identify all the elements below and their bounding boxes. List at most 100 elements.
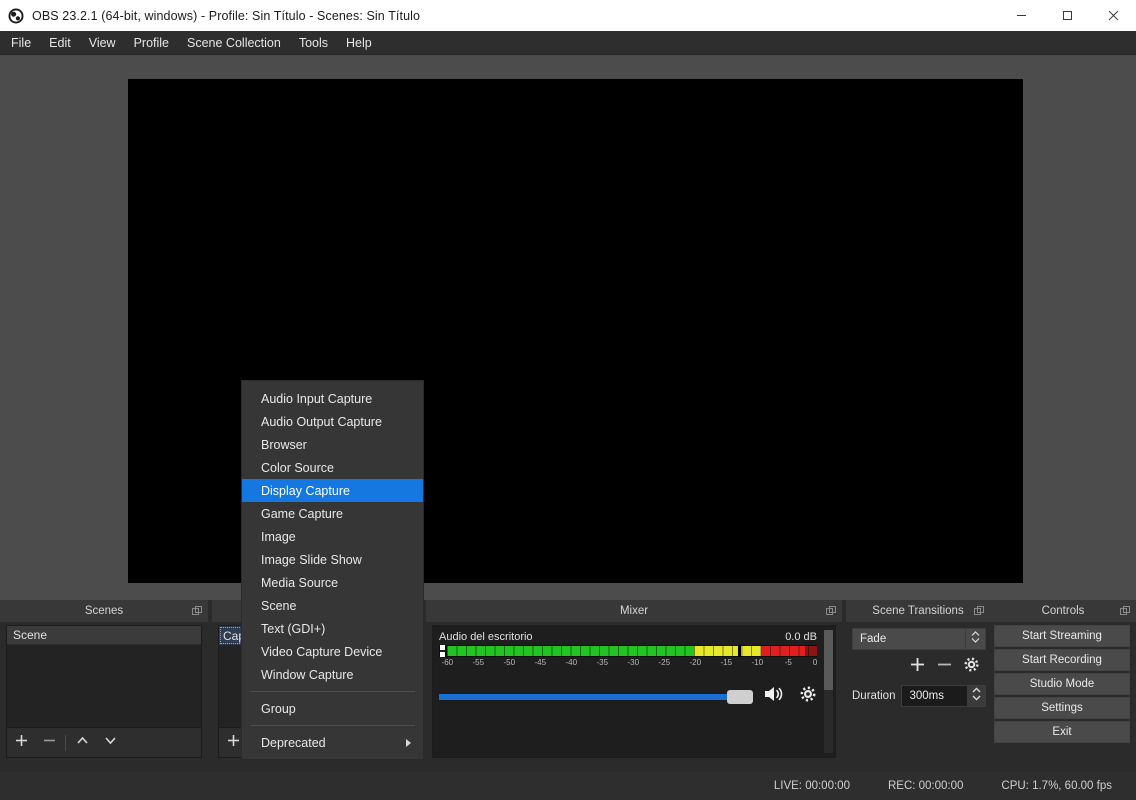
scale-label: -30: [627, 658, 640, 667]
close-button[interactable]: [1090, 0, 1136, 31]
start-recording-button[interactable]: Start Recording: [994, 649, 1130, 671]
controls-body: Start Streaming Start Recording Studio M…: [994, 625, 1130, 760]
menu-help[interactable]: Help: [337, 33, 381, 53]
studio-mode-button[interactable]: Studio Mode: [994, 673, 1130, 695]
scenes-list[interactable]: Scene: [7, 626, 201, 726]
add-transition-button[interactable]: [909, 656, 926, 678]
toolbar-divider: [65, 734, 66, 751]
window-controls: [998, 0, 1136, 31]
transitions-header: Scene Transitions: [846, 600, 990, 622]
menu-item-browser[interactable]: Browser: [242, 433, 423, 456]
mixer-track-db: 0.0 dB: [785, 631, 817, 643]
duration-spinner[interactable]: [968, 685, 986, 707]
maximize-icon: [1062, 10, 1073, 21]
plus-icon: [14, 733, 29, 753]
scale-label: -35: [596, 658, 609, 667]
menu-item-audio-input-capture[interactable]: Audio Input Capture: [242, 387, 423, 410]
transitions-body: Fade Duration 300ms: [852, 625, 986, 760]
status-live: LIVE: 00:00:00: [773, 780, 850, 792]
undock-icon[interactable]: [974, 606, 984, 616]
audio-meter: [439, 645, 817, 657]
remove-scene-button[interactable]: [35, 729, 63, 757]
exit-button[interactable]: Exit: [994, 721, 1130, 743]
undock-icon[interactable]: [192, 606, 202, 616]
duration-input[interactable]: 300ms: [901, 685, 968, 707]
menu-item-display-capture[interactable]: Display Capture: [242, 479, 423, 502]
menu-item-group[interactable]: Group: [242, 697, 423, 720]
meter-floor-marker: [440, 645, 445, 657]
menu-item-game-capture[interactable]: Game Capture: [242, 502, 423, 525]
status-rec: REC: 00:00:00: [887, 780, 964, 792]
list-item[interactable]: Scene: [7, 626, 201, 645]
chevron-up-icon: [75, 733, 90, 753]
obs-logo-icon: [8, 8, 24, 24]
start-streaming-button[interactable]: Start Streaming: [994, 625, 1130, 647]
mixer-scrollbar[interactable]: [824, 630, 833, 753]
settings-button[interactable]: Settings: [994, 697, 1130, 719]
move-scene-down-button[interactable]: [96, 729, 124, 757]
transition-select-spinner[interactable]: [966, 628, 986, 650]
scale-label: -15: [720, 658, 733, 667]
menu-item-window-capture[interactable]: Window Capture: [242, 663, 423, 686]
transition-properties-button[interactable]: [963, 656, 980, 678]
scale-label: -5: [784, 658, 792, 667]
menu-item-text-gdi[interactable]: Text (GDI+): [242, 617, 423, 640]
menu-item-video-capture-device[interactable]: Video Capture Device: [242, 640, 423, 663]
menu-item-image[interactable]: Image: [242, 525, 423, 548]
menu-item-color-source[interactable]: Color Source: [242, 456, 423, 479]
status-bar: LIVE: 00:00:00 REC: 00:00:00 CPU: 1.7%, …: [0, 772, 1136, 800]
menu-edit[interactable]: Edit: [40, 33, 80, 53]
status-cpu: CPU: 1.7%, 60.00 fps: [1001, 780, 1112, 792]
add-source-context-menu: Audio Input Capture Audio Output Capture…: [241, 380, 424, 760]
menu-view[interactable]: View: [80, 33, 125, 53]
controls-header: Controls: [990, 600, 1136, 622]
transition-select[interactable]: Fade: [852, 628, 966, 650]
transition-duration-row: Duration 300ms: [852, 685, 986, 707]
speaker-icon[interactable]: [763, 684, 787, 709]
menu-item-media-source[interactable]: Media Source: [242, 571, 423, 594]
menu-item-deprecated[interactable]: Deprecated: [242, 731, 423, 754]
scenes-header: Scenes: [0, 600, 208, 622]
menu-item-image-slide-show[interactable]: Image Slide Show: [242, 548, 423, 571]
dock-mixer: Mixer Audio del escritorio 0.0 dB -60 -5…: [426, 600, 842, 772]
mixer-track-header: Audio del escritorio 0.0 dB: [439, 631, 817, 643]
scenes-title: Scenes: [84, 605, 124, 617]
mixer-track: Audio del escritorio 0.0 dB -60 -55 -50 …: [433, 626, 823, 670]
minimize-button[interactable]: [998, 0, 1044, 31]
add-scene-button[interactable]: [7, 729, 35, 757]
move-scene-up-button[interactable]: [68, 729, 96, 757]
remove-transition-button[interactable]: [936, 656, 953, 678]
menu-scene-collection[interactable]: Scene Collection: [178, 33, 290, 53]
volume-slider[interactable]: [439, 689, 753, 704]
mixer-header: Mixer: [426, 600, 842, 622]
scale-label: -50: [503, 658, 516, 667]
menu-item-scene[interactable]: Scene: [242, 594, 423, 617]
plus-icon: [226, 733, 241, 753]
menu-item-audio-output-capture[interactable]: Audio Output Capture: [242, 410, 423, 433]
dock-controls: Controls Start Streaming Start Recording…: [990, 600, 1136, 772]
menu-profile[interactable]: Profile: [125, 33, 178, 53]
duration-label: Duration: [852, 690, 896, 702]
gear-icon[interactable]: [799, 685, 817, 708]
dock-row: Scenes Scene Mixer Audio del escritorio …: [0, 600, 1136, 772]
menu-tools[interactable]: Tools: [290, 33, 337, 53]
transitions-title: Scene Transitions: [872, 605, 964, 617]
meter-peak-indicator: [737, 645, 741, 657]
undock-icon[interactable]: [826, 606, 836, 616]
scenes-toolbar: [7, 727, 201, 757]
preview-inner: [8, 60, 1128, 593]
updown-arrows-icon: [971, 685, 982, 708]
mixer-track-name: Audio del escritorio: [439, 631, 533, 643]
dock-scene-transitions: Scene Transitions Fade Duration 300ms: [846, 600, 990, 772]
menu-file[interactable]: File: [2, 33, 40, 53]
mixer-title: Mixer: [619, 605, 649, 617]
mixer-scrollbar-thumb[interactable]: [824, 630, 833, 690]
undock-icon[interactable]: [1120, 606, 1130, 616]
volume-slider-handle[interactable]: [727, 689, 753, 704]
mixer-body: Audio del escritorio 0.0 dB -60 -55 -50 …: [432, 625, 836, 758]
maximize-button[interactable]: [1044, 0, 1090, 31]
transition-select-row: Fade: [852, 628, 986, 650]
scale-label: -40: [565, 658, 578, 667]
scale-label: -20: [689, 658, 702, 667]
meter-ticks: [447, 646, 817, 656]
